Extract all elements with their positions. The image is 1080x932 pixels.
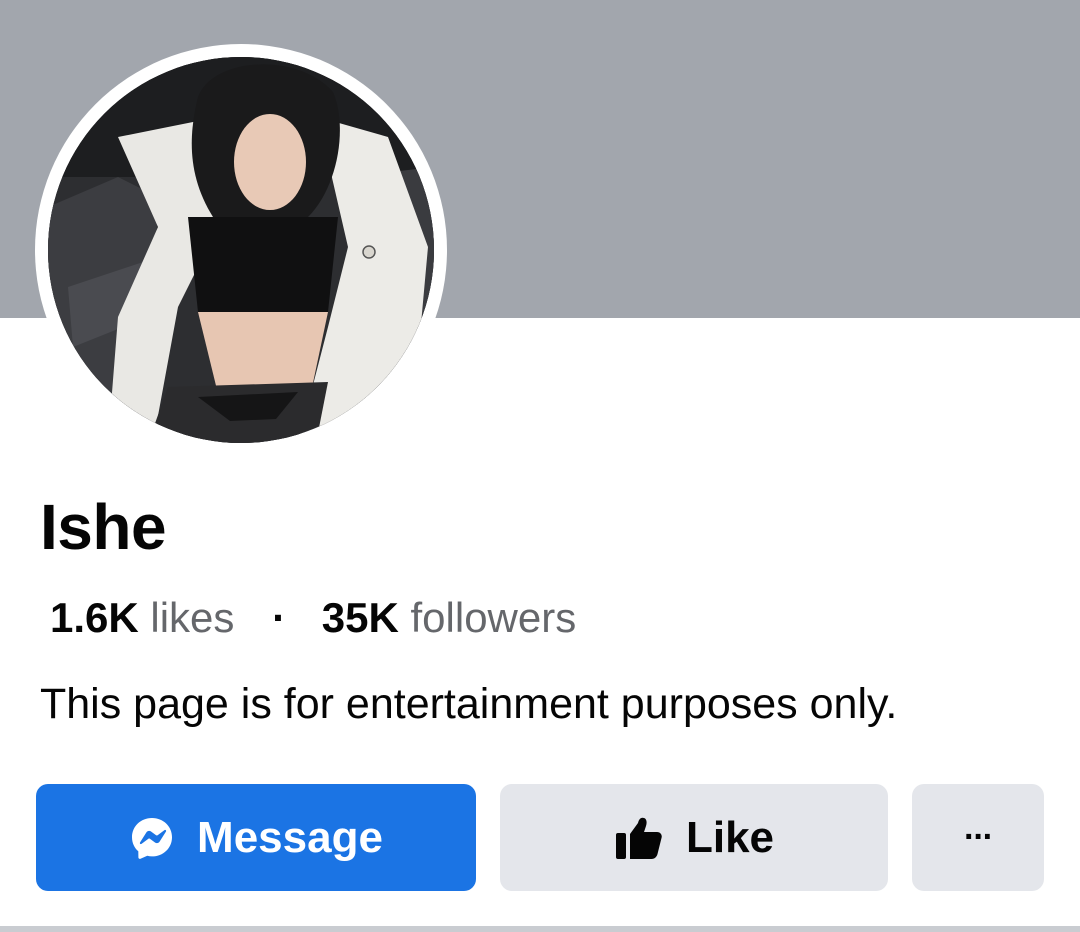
messenger-icon <box>129 815 175 861</box>
like-button-label: Like <box>685 812 775 862</box>
thumbs-up-icon <box>614 815 664 861</box>
likes-label[interactable]: likes <box>150 594 234 641</box>
likes-count[interactable]: 1.6K <box>50 594 139 641</box>
like-button[interactable]: Like <box>500 784 888 891</box>
followers-count[interactable]: 35K <box>322 594 399 641</box>
section-divider <box>0 926 1080 932</box>
page-title: Ishe <box>40 491 167 563</box>
profile-picture[interactable] <box>48 57 434 443</box>
message-button-label: Message <box>197 812 383 862</box>
page-stats: 1.6K likes · 35K followers <box>50 594 576 642</box>
page-bio: This page is for entertainment purposes … <box>40 680 898 728</box>
profile-picture-image <box>48 57 434 443</box>
more-options-button[interactable]: ··· <box>912 784 1044 891</box>
followers-label[interactable]: followers <box>411 594 577 641</box>
stats-separator: · <box>272 594 287 641</box>
more-options-icon: ··· <box>964 818 994 856</box>
message-button[interactable]: Message <box>36 784 476 891</box>
